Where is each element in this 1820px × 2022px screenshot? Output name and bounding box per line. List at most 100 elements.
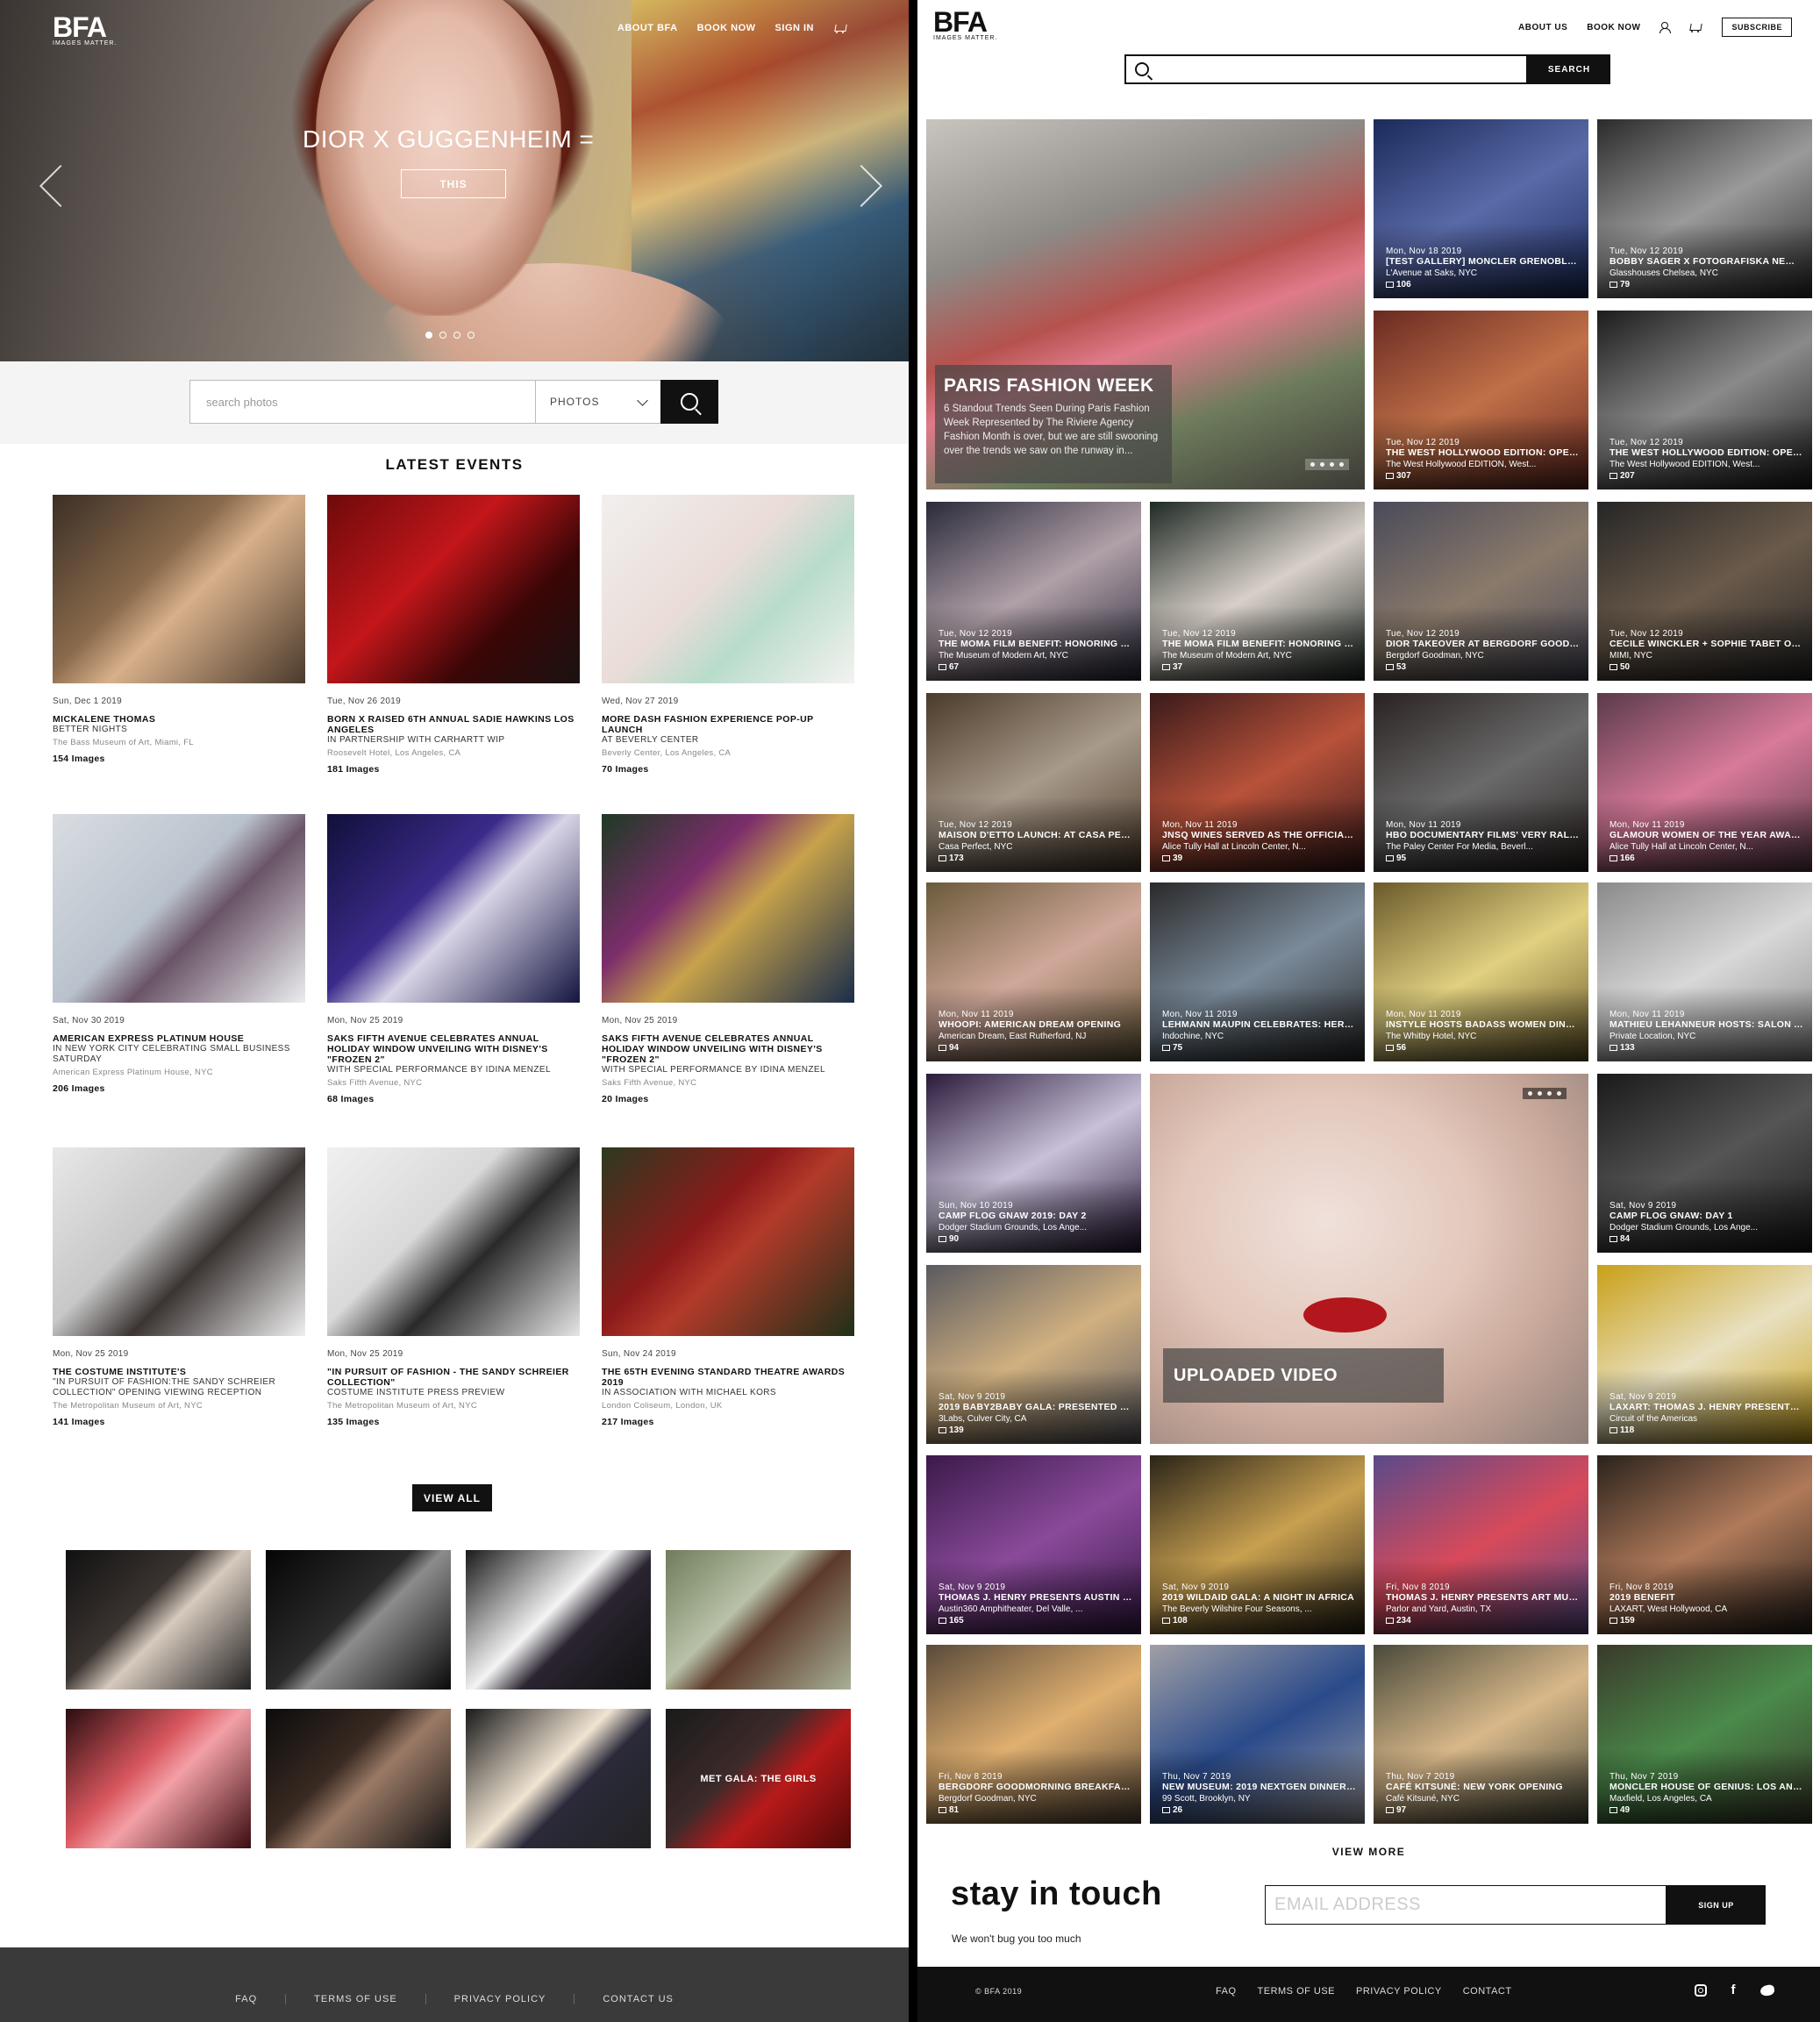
event-tile[interactable]: Tue, Nov 12 2019 THE WEST HOLLYWOOD EDIT… xyxy=(1374,311,1588,489)
event-tile[interactable]: Tue, Nov 12 2019 CECILE WINCKLER + SOPHI… xyxy=(1597,502,1812,681)
event-title[interactable]: SAKS FIFTH AVENUE CELEBRATES ANNUAL HOLI… xyxy=(602,1033,854,1065)
search-type-select[interactable]: PHOTOS xyxy=(535,380,661,424)
event-tile[interactable]: Fri, Nov 8 2019 BERGDORF GOODMORNING BRE… xyxy=(926,1645,1141,1824)
logo[interactable]: BFA IMAGES MATTER. xyxy=(933,8,997,41)
event-tile[interactable]: Thu, Nov 7 2019 NEW MUSEUM: 2019 NEXTGEN… xyxy=(1150,1645,1365,1824)
event-photo[interactable] xyxy=(327,495,580,683)
nav-book-now[interactable]: BOOK NOW xyxy=(697,23,756,34)
instagram-icon[interactable] xyxy=(1694,1983,1707,1997)
event-tile[interactable]: Sat, Nov 9 2019 2019 BABY2BABY GALA: PRE… xyxy=(926,1265,1141,1444)
gallery-photo[interactable] xyxy=(466,1550,651,1690)
hero-button[interactable]: THIS xyxy=(401,169,506,198)
gallery-photo[interactable]: MET GALA: THE GIRLS xyxy=(666,1709,851,1848)
search-button[interactable]: SEARCH xyxy=(1528,54,1610,84)
view-more-link[interactable]: VIEW MORE xyxy=(917,1846,1820,1858)
carousel-dot[interactable] xyxy=(425,332,432,339)
event-card[interactable]: Sat, Nov 30 2019 AMERICAN EXPRESS PLATIN… xyxy=(53,814,305,1094)
event-tile[interactable]: Tue, Nov 12 2019 THE WEST HOLLYWOOD EDIT… xyxy=(1597,311,1812,489)
gallery-photo[interactable] xyxy=(666,1550,851,1690)
facebook-icon[interactable]: f xyxy=(1731,1983,1737,1997)
event-card[interactable]: Tue, Nov 26 2019 BORN X RAISED 6TH ANNUA… xyxy=(327,495,580,775)
event-tile[interactable]: Sat, Nov 9 2019 2019 WILDAID GALA: A NIG… xyxy=(1150,1455,1365,1634)
event-photo[interactable] xyxy=(602,495,854,683)
event-title[interactable]: MICKALENE THOMAS xyxy=(53,714,305,725)
event-card[interactable]: Sun, Nov 24 2019 THE 65TH EVENING STANDA… xyxy=(602,1147,854,1427)
event-tile[interactable]: Mon, Nov 11 2019 LEHMANN MAUPIN CELEBRAT… xyxy=(1150,882,1365,1061)
user-icon[interactable] xyxy=(1659,22,1672,33)
footer-terms[interactable]: TERMS OF USE xyxy=(286,1994,426,2004)
cart-icon[interactable] xyxy=(833,23,847,34)
event-tile[interactable]: Mon, Nov 11 2019 GLAMOUR WOMEN OF THE YE… xyxy=(1597,693,1812,872)
event-card[interactable]: Sun, Dec 1 2019 MICKALENE THOMAS BETTER … xyxy=(53,495,305,764)
event-tile[interactable]: Sun, Nov 10 2019 CAMP FLOG GNAW 2019: DA… xyxy=(926,1074,1141,1253)
nav-about-us[interactable]: ABOUT US xyxy=(1518,23,1567,32)
event-tile[interactable]: Tue, Nov 12 2019 THE MOMA FILM BENEFIT: … xyxy=(926,502,1141,681)
nav-book-now[interactable]: BOOK NOW xyxy=(1587,23,1640,32)
footer-faq[interactable]: FAQ xyxy=(207,1994,287,2004)
event-title[interactable]: "IN PURSUIT OF FASHION - THE SANDY SCHRE… xyxy=(327,1367,580,1388)
event-tile[interactable]: Thu, Nov 7 2019 MONCLER HOUSE OF GENIUS:… xyxy=(1597,1645,1812,1824)
footer-contact[interactable]: CONTACT xyxy=(1463,1986,1512,1997)
footer-privacy[interactable]: PRIVACY POLICY xyxy=(426,1994,575,2004)
search-input[interactable]: search photos xyxy=(189,380,536,424)
carousel-prev-icon[interactable] xyxy=(39,164,82,208)
event-title[interactable]: SAKS FIFTH AVENUE CELEBRATES ANNUAL HOLI… xyxy=(327,1033,580,1065)
event-card[interactable]: Wed, Nov 27 2019 MORE DASH FASHION EXPER… xyxy=(602,495,854,775)
event-tile[interactable]: Mon, Nov 11 2019 MATHIEU LEHANNEUR HOSTS… xyxy=(1597,882,1812,1061)
event-photo[interactable] xyxy=(53,495,305,683)
search-input[interactable] xyxy=(1124,54,1528,84)
event-tile[interactable]: Tue, Nov 12 2019 BOBBY SAGER X FOTOGRAFI… xyxy=(1597,119,1812,298)
event-card[interactable]: Mon, Nov 25 2019 THE COSTUME INSTITUTE'S… xyxy=(53,1147,305,1427)
feature-paris-fashion-week[interactable]: PARIS FASHION WEEK 6 Standout Trends See… xyxy=(926,119,1365,489)
event-card[interactable]: Mon, Nov 25 2019 SAKS FIFTH AVENUE CELEB… xyxy=(327,814,580,1104)
event-tile[interactable]: Thu, Nov 7 2019 CAFÉ KITSUNÉ: NEW YORK O… xyxy=(1374,1645,1588,1824)
event-tile[interactable]: Mon, Nov 18 2019 [TEST GALLERY] MONCLER … xyxy=(1374,119,1588,298)
event-tile[interactable]: Mon, Nov 11 2019 INSTYLE HOSTS BADASS WO… xyxy=(1374,882,1588,1061)
event-card[interactable]: Mon, Nov 25 2019 SAKS FIFTH AVENUE CELEB… xyxy=(602,814,854,1104)
footer-terms[interactable]: TERMS OF USE xyxy=(1258,1986,1336,1997)
event-tile[interactable]: Fri, Nov 8 2019 2019 BENEFIT LAXART, Wes… xyxy=(1597,1455,1812,1634)
footer-faq[interactable]: FAQ xyxy=(1216,1986,1237,1997)
uploaded-video-tile[interactable]: UPLOADED VIDEO xyxy=(1150,1074,1588,1444)
carousel-dot[interactable] xyxy=(453,332,460,339)
video-slide-dots[interactable] xyxy=(1523,1088,1567,1099)
view-all-button[interactable]: VIEW ALL xyxy=(412,1484,492,1511)
feature-slide-dots[interactable] xyxy=(1305,459,1349,470)
event-title[interactable]: THE COSTUME INSTITUTE'S xyxy=(53,1367,305,1377)
event-photo[interactable] xyxy=(327,814,580,1003)
carousel-dot[interactable] xyxy=(439,332,446,339)
nav-about[interactable]: ABOUT BFA xyxy=(617,23,678,34)
email-field[interactable]: EMAIL ADDRESS xyxy=(1265,1885,1667,1925)
event-tile[interactable]: Sat, Nov 9 2019 CAMP FLOG GNAW: DAY 1 Do… xyxy=(1597,1074,1812,1253)
hero-carousel[interactable]: BFA IMAGES MATTER. ABOUT BFA BOOK NOW SI… xyxy=(0,0,909,361)
event-photo[interactable] xyxy=(327,1147,580,1336)
event-tile[interactable]: Sat, Nov 9 2019 LAXART: THOMAS J. HENRY … xyxy=(1597,1265,1812,1444)
gallery-photo[interactable] xyxy=(266,1709,451,1848)
twitter-icon[interactable] xyxy=(1759,1983,1775,1997)
event-title[interactable]: MORE DASH FASHION EXPERIENCE POP-UP LAUN… xyxy=(602,714,854,735)
gallery-photo[interactable] xyxy=(466,1709,651,1848)
nav-sign-in[interactable]: SIGN IN xyxy=(775,23,814,34)
signup-button[interactable]: SIGN UP xyxy=(1667,1885,1766,1925)
event-card[interactable]: Mon, Nov 25 2019 "IN PURSUIT OF FASHION … xyxy=(327,1147,580,1427)
event-tile[interactable]: Tue, Nov 12 2019 DIOR TAKEOVER AT BERGDO… xyxy=(1374,502,1588,681)
gallery-photo[interactable] xyxy=(266,1550,451,1690)
event-title[interactable]: AMERICAN EXPRESS PLATINUM HOUSE xyxy=(53,1033,305,1044)
event-photo[interactable] xyxy=(53,1147,305,1336)
event-photo[interactable] xyxy=(602,1147,854,1336)
event-tile[interactable]: Tue, Nov 12 2019 THE MOMA FILM BENEFIT: … xyxy=(1150,502,1365,681)
event-title[interactable]: THE 65TH EVENING STANDARD THEATRE AWARDS… xyxy=(602,1367,854,1388)
event-tile[interactable]: Mon, Nov 11 2019 WHOOPI: AMERICAN DREAM … xyxy=(926,882,1141,1061)
cart-icon[interactable] xyxy=(1688,22,1702,33)
event-tile[interactable]: Tue, Nov 12 2019 MAISON D'ETTO LAUNCH: A… xyxy=(926,693,1141,872)
event-tile[interactable]: Sat, Nov 9 2019 THOMAS J. HENRY PRESENTS… xyxy=(926,1455,1141,1634)
subscribe-button[interactable]: SUBSCRIBE xyxy=(1722,18,1792,37)
event-tile[interactable]: Mon, Nov 11 2019 JNSQ WINES SERVED AS TH… xyxy=(1150,693,1365,872)
carousel-dot[interactable] xyxy=(467,332,475,339)
event-tile[interactable]: Fri, Nov 8 2019 THOMAS J. HENRY PRESENTS… xyxy=(1374,1455,1588,1634)
gallery-photo[interactable] xyxy=(66,1709,251,1848)
gallery-photo[interactable] xyxy=(66,1550,251,1690)
event-photo[interactable] xyxy=(53,814,305,1003)
event-tile[interactable]: Mon, Nov 11 2019 HBO DOCUMENTARY FILMS' … xyxy=(1374,693,1588,872)
footer-contact[interactable]: CONTACT US xyxy=(575,1994,702,2004)
